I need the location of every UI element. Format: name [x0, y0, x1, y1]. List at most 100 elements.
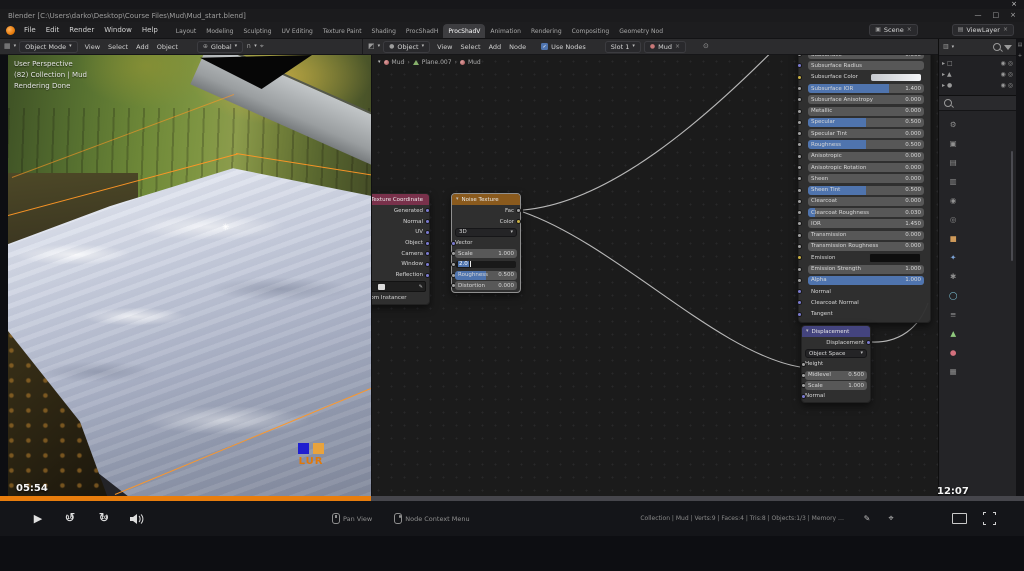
properties-tab[interactable]: ▦ — [950, 368, 957, 376]
input-socket[interactable] — [797, 266, 802, 272]
value-slider[interactable]: Subsurface Anisotropy 0.000 — [808, 95, 924, 105]
workspace-tab[interactable]: ProcShadH — [401, 24, 443, 38]
properties-tab[interactable]: ⚙ — [950, 121, 957, 129]
scale-slider[interactable]: Scale 1.000 — [805, 381, 867, 391]
noise-texture-node[interactable]: ▾ Noise Texture Fac Color 3D ▾ Vector Sc… — [450, 193, 521, 293]
detail-field-editing[interactable]: 2.0 — [455, 259, 517, 269]
input-socket[interactable] — [797, 311, 802, 317]
principled-input-row[interactable]: Subsurface Radius — [797, 61, 924, 71]
properties-tab[interactable]: ✱ — [950, 273, 956, 281]
dimensions-dropdown[interactable]: 3D ▾ — [455, 227, 517, 237]
input-socket[interactable] — [800, 393, 806, 399]
node-output-row[interactable]: Normal — [372, 217, 430, 227]
collapse-icon[interactable]: ▾ — [456, 197, 459, 202]
eye-icon[interactable]: ◉ — [1001, 60, 1006, 67]
editor-type-icon[interactable]: ▥ — [943, 44, 949, 50]
output-socket[interactable] — [425, 272, 430, 278]
menu-item[interactable]: Select — [457, 43, 485, 51]
value-slider[interactable]: Clearcoat 0.000 — [808, 196, 924, 206]
input-socket[interactable] — [797, 198, 802, 204]
input-socket[interactable] — [800, 361, 806, 367]
principled-input-row[interactable]: Sheen Tint 0.500 — [797, 185, 924, 195]
menu-item[interactable]: View — [433, 43, 456, 51]
add-icon[interactable]: + — [1018, 54, 1022, 59]
value-slider[interactable]: Transmission Roughness 0.000 — [808, 241, 924, 251]
input-socket[interactable] — [797, 255, 802, 261]
expand-icon[interactable]: ▸ — [942, 82, 945, 89]
object-field[interactable]: ✎ — [372, 281, 426, 292]
principled-input-row[interactable]: Clearcoat Roughness 0.030 — [797, 208, 924, 218]
menu-item[interactable]: Node — [505, 43, 530, 51]
node-header[interactable]: ▾ Noise Texture — [452, 194, 520, 205]
principled-input-row[interactable]: Clearcoat Normal — [797, 298, 924, 307]
input-socket[interactable] — [797, 210, 802, 216]
input-socket[interactable] — [797, 63, 802, 69]
distortion-input-row[interactable]: Distortion 0.000 — [450, 281, 517, 291]
value-slider[interactable]: Roughness 0.500 — [808, 140, 924, 150]
scene-clear-icon[interactable]: × — [907, 27, 912, 33]
value-slider[interactable]: Subsurface Radius — [808, 61, 924, 71]
output-socket[interactable] — [425, 229, 430, 235]
camera-icon[interactable]: ◎ — [1008, 60, 1013, 67]
properties-tab[interactable]: ◉ — [950, 197, 957, 205]
input-socket[interactable] — [797, 243, 802, 249]
principled-input-row[interactable]: Roughness 0.500 — [797, 140, 924, 150]
from-instancer-row[interactable]: From Instancer — [372, 293, 426, 303]
workspace-tab[interactable]: Layout — [171, 24, 201, 38]
input-socket[interactable] — [797, 55, 802, 58]
mode-dropdown[interactable]: Object Mode ▾ — [19, 40, 78, 53]
menu-item[interactable]: View — [81, 43, 104, 51]
properties-tab[interactable]: ▣ — [950, 140, 957, 148]
input-socket[interactable] — [450, 261, 456, 267]
target-icon[interactable]: ⌖ — [884, 501, 898, 536]
value-slider[interactable]: Specular Tint 0.000 — [808, 129, 924, 139]
principled-input-row[interactable]: Alpha 1.000 — [797, 275, 924, 285]
properties-tab[interactable]: ◯ — [949, 292, 957, 300]
properties-tab[interactable]: ▤ — [950, 159, 957, 167]
material-unlink-icon[interactable]: × — [675, 43, 680, 50]
value-slider[interactable]: Tangent — [808, 310, 924, 319]
input-socket[interactable] — [797, 153, 802, 159]
value-slider[interactable]: Transmission 0.000 — [808, 230, 924, 240]
workspace-tab[interactable]: Sculpting — [238, 24, 276, 38]
vector-input-row[interactable]: Vector — [450, 238, 517, 248]
principled-input-row[interactable]: Subsurface 0.000 — [797, 55, 924, 60]
principled-input-row[interactable]: Sheen 0.000 — [797, 174, 924, 184]
menu-item[interactable]: Add — [485, 43, 506, 51]
value-slider[interactable]: Metallic 0.000 — [808, 106, 924, 116]
color-swatch[interactable] — [871, 73, 921, 81]
workspace-tab[interactable]: Shading — [367, 24, 401, 38]
output-socket[interactable] — [516, 208, 521, 214]
eye-icon[interactable]: ◉ — [1001, 71, 1006, 78]
proportional-edit-icon[interactable]: ⌖ — [260, 43, 264, 50]
properties-tab[interactable]: ≡ — [950, 311, 956, 319]
outliner-row[interactable]: ▸ ▲ ◉ ◎ — [942, 69, 1013, 80]
output-socket[interactable] — [516, 219, 521, 225]
principled-input-row[interactable]: Subsurface Anisotropy 0.000 — [797, 95, 924, 105]
shader-type-dropdown[interactable]: ● Object ▾ — [383, 40, 431, 53]
play-button[interactable]: ▶ — [28, 501, 48, 536]
menu-item[interactable]: Help — [137, 24, 163, 36]
principled-input-row[interactable]: Anisotropic 0.000 — [797, 151, 924, 161]
workspace-tab[interactable]: Rendering — [526, 24, 567, 38]
menu-item[interactable]: Window — [99, 24, 137, 36]
principled-input-row[interactable]: Specular 0.500 — [797, 117, 924, 127]
roughness-slider[interactable]: Roughness 0.500 — [455, 270, 517, 280]
expand-icon[interactable]: ▸ — [942, 60, 945, 67]
value-slider[interactable]: Anisotropic Rotation 0.000 — [808, 163, 924, 172]
output-socket[interactable] — [425, 240, 430, 246]
input-socket[interactable] — [797, 97, 802, 103]
principled-input-row[interactable]: Transmission 0.000 — [797, 230, 924, 240]
scale-slider[interactable]: Scale 1.000 — [455, 249, 517, 259]
node-output-row[interactable]: UV — [372, 228, 430, 238]
principled-input-row[interactable]: Anisotropic Rotation 0.000 — [797, 163, 924, 172]
menu-item[interactable]: Select — [104, 43, 132, 51]
skip-back-button[interactable]: ↺ 10 — [60, 501, 80, 536]
layers-icon[interactable]: ▤ — [1018, 43, 1023, 48]
pin-icon[interactable]: ⊙ — [703, 43, 709, 50]
properties-tab[interactable]: ● — [950, 349, 957, 357]
search-icon[interactable] — [993, 43, 1001, 51]
space-dropdown[interactable]: Object Space ▾ — [805, 349, 867, 359]
input-socket[interactable] — [450, 240, 456, 246]
outliner-row[interactable]: ▸ ● ◉ ◎ — [942, 80, 1013, 91]
